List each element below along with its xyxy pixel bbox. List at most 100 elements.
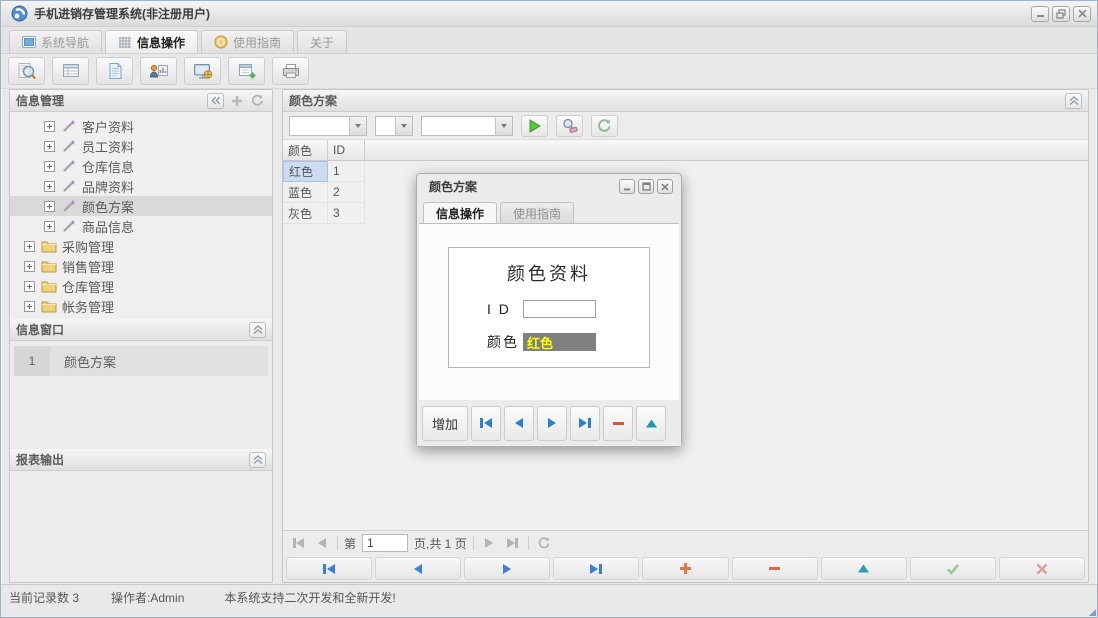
edit-up-button[interactable] xyxy=(821,557,907,580)
panel-title: 信息管理 xyxy=(16,92,203,109)
dialog-tab-info-operation[interactable]: 信息操作 xyxy=(423,202,497,223)
page-last-button[interactable] xyxy=(504,534,522,552)
tree-item-brand-data[interactable]: 品牌资料 xyxy=(10,176,272,196)
grid-cell-id[interactable]: 3 xyxy=(328,203,365,224)
grid-cell-id[interactable]: 2 xyxy=(328,182,365,203)
color-scheme-dialog: 颜色方案 信息操作 使用指南 颜色资料 I D 颜色 xyxy=(416,173,682,447)
grid-cell-id[interactable]: 1 xyxy=(328,161,365,182)
expand-icon[interactable] xyxy=(24,261,35,272)
tree-item-warehouse-info[interactable]: 仓库信息 xyxy=(10,156,272,176)
expand-icon[interactable] xyxy=(44,221,55,232)
collapse-panel-button[interactable] xyxy=(249,322,266,338)
grid-cell-color[interactable]: 蓝色 xyxy=(283,182,328,203)
expand-icon[interactable] xyxy=(44,121,55,132)
minimize-icon xyxy=(623,183,631,191)
monitor-button[interactable] xyxy=(184,57,221,85)
table-view-button[interactable] xyxy=(52,57,89,85)
tree-item-purchase-management[interactable]: 采购管理 xyxy=(10,236,272,256)
page-first-button[interactable] xyxy=(289,534,307,552)
search-document-button[interactable] xyxy=(8,57,45,85)
cancel-button[interactable] xyxy=(999,557,1085,580)
id-input[interactable] xyxy=(523,300,596,318)
close-button[interactable] xyxy=(1073,6,1091,22)
minimize-button[interactable] xyxy=(1031,6,1049,22)
check-icon xyxy=(946,563,960,575)
dialog-tab-user-guide[interactable]: 使用指南 xyxy=(500,202,574,223)
window-add-button[interactable] xyxy=(228,57,265,85)
expand-icon[interactable] xyxy=(44,161,55,172)
dialog-minimize-button[interactable] xyxy=(619,179,635,194)
window-list-item[interactable]: 1 颜色方案 xyxy=(14,346,268,376)
dialog-delete-button[interactable] xyxy=(603,406,633,441)
color-value-field[interactable]: 红色 xyxy=(523,333,596,351)
dialog-prev-button[interactable] xyxy=(504,406,534,441)
prev-page-icon xyxy=(318,538,326,548)
tree-item-customer-data[interactable]: 客户资料 xyxy=(10,116,272,136)
next-record-button[interactable] xyxy=(464,557,550,580)
delete-record-button[interactable] xyxy=(732,557,818,580)
expand-icon[interactable] xyxy=(24,241,35,252)
dialog-first-button[interactable] xyxy=(471,406,501,441)
accept-button[interactable] xyxy=(910,557,996,580)
tab-system-navigation[interactable]: 系统导航 xyxy=(9,30,102,53)
page-number-input[interactable] xyxy=(362,534,408,552)
collapse-panel-button[interactable] xyxy=(1065,93,1082,109)
user-report-button[interactable] xyxy=(140,57,177,85)
dialog-close-button[interactable] xyxy=(657,179,673,194)
dialog-up-button[interactable] xyxy=(636,406,666,441)
page-refresh-button[interactable] xyxy=(535,534,553,552)
grid-row[interactable]: 红色 1 xyxy=(283,161,1088,182)
tree-item-warehouse-management[interactable]: 仓库管理 xyxy=(10,276,272,296)
combo-dropdown-button[interactable] xyxy=(395,117,412,135)
grid-cell-color[interactable]: 灰色 xyxy=(283,203,328,224)
collapse-left-button[interactable] xyxy=(207,93,224,109)
printer-button[interactable] xyxy=(272,57,309,85)
add-button[interactable]: 增加 xyxy=(422,406,468,441)
expand-icon[interactable] xyxy=(24,301,35,312)
prev-record-button[interactable] xyxy=(375,557,461,580)
column-header-id[interactable]: ID xyxy=(328,140,365,161)
grid-row[interactable]: 蓝色 2 xyxy=(283,182,1088,203)
refresh-grid-button[interactable] xyxy=(591,115,618,137)
tree-item-color-scheme[interactable]: 颜色方案 xyxy=(10,196,272,216)
refresh-icon xyxy=(251,94,264,107)
run-query-button[interactable] xyxy=(521,115,548,137)
tab-user-guide[interactable]: 使用指南 xyxy=(201,30,294,53)
add-node-button[interactable] xyxy=(228,93,245,109)
value-combo[interactable] xyxy=(421,116,513,136)
tab-info-operation[interactable]: 信息操作 xyxy=(105,30,198,53)
expand-icon[interactable] xyxy=(24,281,35,292)
field-combo[interactable] xyxy=(289,116,367,136)
collapse-panel-button[interactable] xyxy=(249,452,266,468)
dialog-next-button[interactable] xyxy=(537,406,567,441)
page-prev-button[interactable] xyxy=(313,534,331,552)
resize-grip[interactable] xyxy=(1089,609,1096,616)
dialog-maximize-button[interactable] xyxy=(638,179,654,194)
dialog-title-bar[interactable]: 颜色方案 xyxy=(417,174,681,199)
last-record-button[interactable] xyxy=(553,557,639,580)
tree-item-sales-management[interactable]: 销售管理 xyxy=(10,256,272,276)
tree-item-account-management[interactable]: 帐务管理 xyxy=(10,296,272,316)
new-document-button[interactable] xyxy=(96,57,133,85)
combo-dropdown-button[interactable] xyxy=(495,117,512,135)
restore-button[interactable] xyxy=(1052,6,1070,22)
combo-dropdown-button[interactable] xyxy=(349,117,366,135)
first-record-button[interactable] xyxy=(286,557,372,580)
column-header-color[interactable]: 颜色 xyxy=(283,140,328,161)
tree-item-product-info[interactable]: 商品信息 xyxy=(10,216,272,236)
expand-icon[interactable] xyxy=(44,201,55,212)
page-next-button[interactable] xyxy=(480,534,498,552)
prev-icon xyxy=(515,418,523,428)
grid-row[interactable]: 灰色 3 xyxy=(283,203,1088,224)
expand-icon[interactable] xyxy=(44,181,55,192)
add-record-button[interactable] xyxy=(642,557,728,580)
dialog-last-button[interactable] xyxy=(570,406,600,441)
expand-icon[interactable] xyxy=(44,141,55,152)
tree-item-employee-data[interactable]: 员工资料 xyxy=(10,136,272,156)
tree-item-label: 品牌资料 xyxy=(82,177,134,196)
tab-about[interactable]: 关于 xyxy=(297,30,347,53)
clear-filter-button[interactable] xyxy=(556,115,583,137)
grid-cell-color[interactable]: 红色 xyxy=(283,161,328,182)
refresh-tree-button[interactable] xyxy=(249,93,266,109)
operator-combo[interactable] xyxy=(375,116,413,136)
